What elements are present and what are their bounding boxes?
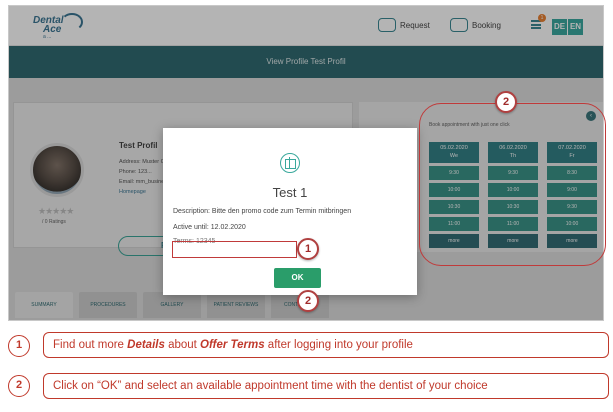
note-1-bold-terms: Offer Terms — [200, 339, 265, 351]
offer-active-until: Active until: 12.02.2020 — [173, 224, 246, 231]
marker-2-ok: 2 — [297, 290, 319, 312]
marker-1: 1 — [297, 238, 319, 260]
active-until-label: Active until: — [173, 224, 209, 231]
note-2: Click on “OK” and select an available ap… — [43, 373, 609, 399]
offer-description: Description: Bitte den promo code zum Te… — [173, 208, 351, 215]
note-1-bold-details: Details — [127, 339, 165, 351]
note-1-text-pre: Find out more — [53, 339, 128, 351]
offer-modal: Test 1 Description: Bitte den promo code… — [163, 128, 417, 295]
active-until-value: 12.02.2020 — [210, 224, 246, 231]
marker-2-booking: 2 — [495, 91, 517, 113]
terms-highlight-box — [172, 241, 297, 258]
note-1-number: 1 — [8, 335, 30, 357]
gift-icon — [280, 153, 300, 173]
description-value: Bitte den promo code zum Termin mitbring… — [211, 208, 352, 215]
booking-highlight — [419, 103, 606, 266]
note-1-text-post: after logging into your profile — [264, 339, 413, 351]
note-1-text-mid: about — [164, 339, 201, 351]
note-1: Find out more Details about Offer Terms … — [43, 332, 609, 358]
offer-title: Test 1 — [272, 185, 308, 200]
description-label: Description: — [173, 208, 210, 215]
note-2-number: 2 — [8, 375, 30, 397]
ok-button[interactable]: OK — [274, 268, 321, 288]
